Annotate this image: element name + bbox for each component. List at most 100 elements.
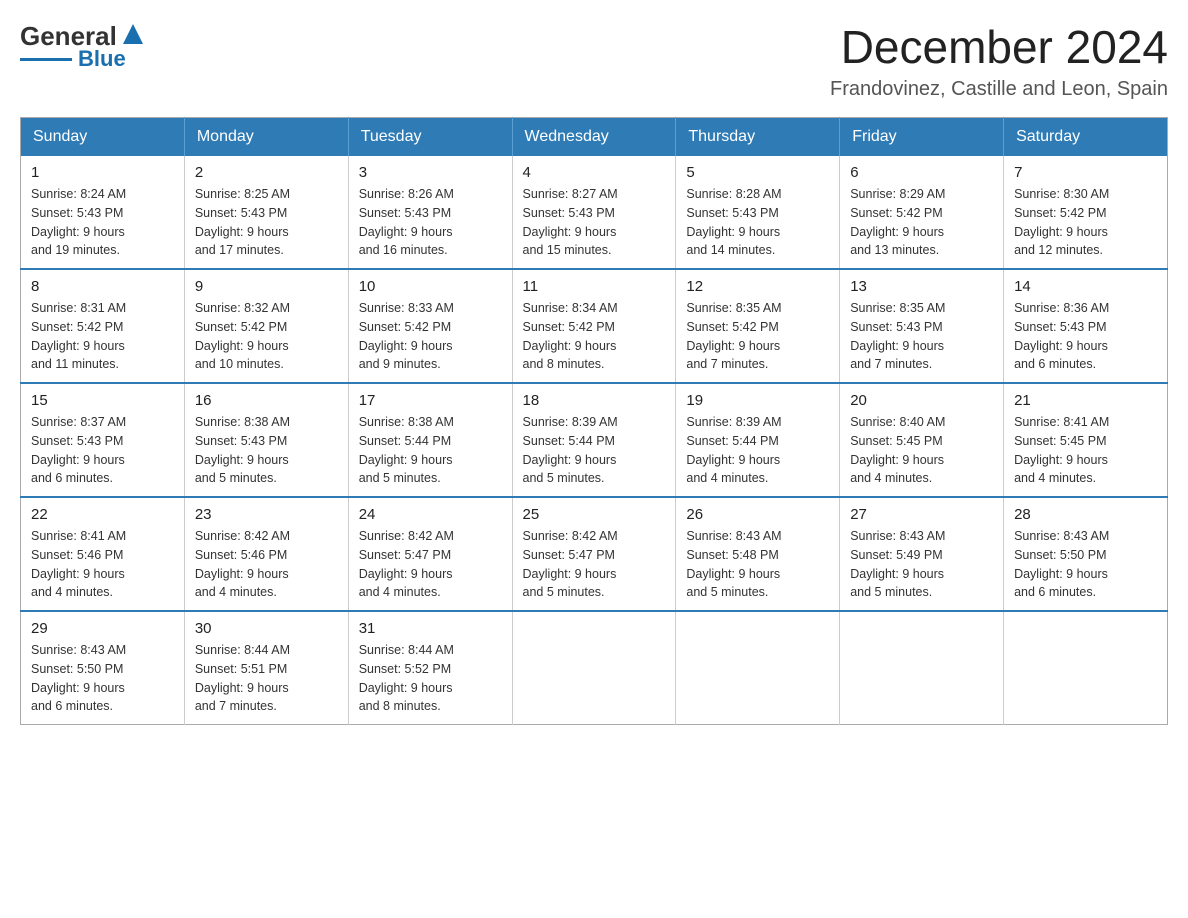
calendar-day-cell: 19 Sunrise: 8:39 AM Sunset: 5:44 PM Dayl… [676,383,840,497]
day-info: Sunrise: 8:39 AM Sunset: 5:44 PM Dayligh… [686,413,829,488]
day-number: 29 [31,620,174,637]
calendar-day-cell: 30 Sunrise: 8:44 AM Sunset: 5:51 PM Dayl… [184,611,348,725]
day-number: 17 [359,392,502,409]
day-info: Sunrise: 8:44 AM Sunset: 5:52 PM Dayligh… [359,641,502,716]
title-section: December 2024 Frandovinez, Castille and … [830,20,1168,101]
page-header: General Blue December 2024 Frandovinez, … [20,20,1168,101]
day-info: Sunrise: 8:43 AM Sunset: 5:48 PM Dayligh… [686,527,829,602]
day-info: Sunrise: 8:25 AM Sunset: 5:43 PM Dayligh… [195,185,338,260]
logo-triangle-icon [119,20,147,48]
day-info: Sunrise: 8:44 AM Sunset: 5:51 PM Dayligh… [195,641,338,716]
calendar-day-cell: 20 Sunrise: 8:40 AM Sunset: 5:45 PM Dayl… [840,383,1004,497]
calendar-day-cell: 1 Sunrise: 8:24 AM Sunset: 5:43 PM Dayli… [21,156,185,269]
day-number: 21 [1014,392,1157,409]
calendar-day-cell: 26 Sunrise: 8:43 AM Sunset: 5:48 PM Dayl… [676,497,840,611]
day-info: Sunrise: 8:29 AM Sunset: 5:42 PM Dayligh… [850,185,993,260]
calendar-week-row: 22 Sunrise: 8:41 AM Sunset: 5:46 PM Dayl… [21,497,1168,611]
day-info: Sunrise: 8:38 AM Sunset: 5:44 PM Dayligh… [359,413,502,488]
day-info: Sunrise: 8:43 AM Sunset: 5:50 PM Dayligh… [31,641,174,716]
day-number: 8 [31,278,174,295]
day-info: Sunrise: 8:43 AM Sunset: 5:50 PM Dayligh… [1014,527,1157,602]
day-info: Sunrise: 8:38 AM Sunset: 5:43 PM Dayligh… [195,413,338,488]
calendar-day-cell: 12 Sunrise: 8:35 AM Sunset: 5:42 PM Dayl… [676,269,840,383]
day-info: Sunrise: 8:37 AM Sunset: 5:43 PM Dayligh… [31,413,174,488]
calendar-day-cell: 27 Sunrise: 8:43 AM Sunset: 5:49 PM Dayl… [840,497,1004,611]
day-info: Sunrise: 8:30 AM Sunset: 5:42 PM Dayligh… [1014,185,1157,260]
day-number: 25 [523,506,666,523]
calendar-day-cell [512,611,676,725]
day-info: Sunrise: 8:42 AM Sunset: 5:47 PM Dayligh… [523,527,666,602]
calendar-day-cell: 4 Sunrise: 8:27 AM Sunset: 5:43 PM Dayli… [512,156,676,269]
day-of-week-header: Thursday [676,118,840,157]
day-info: Sunrise: 8:43 AM Sunset: 5:49 PM Dayligh… [850,527,993,602]
day-info: Sunrise: 8:27 AM Sunset: 5:43 PM Dayligh… [523,185,666,260]
day-number: 22 [31,506,174,523]
day-info: Sunrise: 8:41 AM Sunset: 5:45 PM Dayligh… [1014,413,1157,488]
day-number: 16 [195,392,338,409]
day-of-week-header: Saturday [1004,118,1168,157]
day-number: 24 [359,506,502,523]
day-number: 31 [359,620,502,637]
day-info: Sunrise: 8:32 AM Sunset: 5:42 PM Dayligh… [195,299,338,374]
day-number: 15 [31,392,174,409]
calendar-day-cell: 16 Sunrise: 8:38 AM Sunset: 5:43 PM Dayl… [184,383,348,497]
month-title: December 2024 [830,20,1168,74]
logo: General Blue [20,20,147,72]
day-number: 1 [31,164,174,181]
day-number: 30 [195,620,338,637]
calendar-day-cell: 31 Sunrise: 8:44 AM Sunset: 5:52 PM Dayl… [348,611,512,725]
day-number: 11 [523,278,666,295]
day-number: 6 [850,164,993,181]
day-number: 2 [195,164,338,181]
day-of-week-header: Wednesday [512,118,676,157]
calendar-day-cell [840,611,1004,725]
day-info: Sunrise: 8:36 AM Sunset: 5:43 PM Dayligh… [1014,299,1157,374]
day-info: Sunrise: 8:40 AM Sunset: 5:45 PM Dayligh… [850,413,993,488]
calendar-week-row: 29 Sunrise: 8:43 AM Sunset: 5:50 PM Dayl… [21,611,1168,725]
calendar-day-cell: 13 Sunrise: 8:35 AM Sunset: 5:43 PM Dayl… [840,269,1004,383]
calendar-day-cell: 9 Sunrise: 8:32 AM Sunset: 5:42 PM Dayli… [184,269,348,383]
day-info: Sunrise: 8:24 AM Sunset: 5:43 PM Dayligh… [31,185,174,260]
calendar-day-cell: 11 Sunrise: 8:34 AM Sunset: 5:42 PM Dayl… [512,269,676,383]
day-number: 14 [1014,278,1157,295]
day-number: 3 [359,164,502,181]
calendar-day-cell: 14 Sunrise: 8:36 AM Sunset: 5:43 PM Dayl… [1004,269,1168,383]
day-info: Sunrise: 8:34 AM Sunset: 5:42 PM Dayligh… [523,299,666,374]
day-number: 7 [1014,164,1157,181]
day-number: 19 [686,392,829,409]
calendar-week-row: 8 Sunrise: 8:31 AM Sunset: 5:42 PM Dayli… [21,269,1168,383]
day-number: 27 [850,506,993,523]
day-info: Sunrise: 8:42 AM Sunset: 5:46 PM Dayligh… [195,527,338,602]
day-info: Sunrise: 8:28 AM Sunset: 5:43 PM Dayligh… [686,185,829,260]
day-info: Sunrise: 8:26 AM Sunset: 5:43 PM Dayligh… [359,185,502,260]
calendar-day-cell: 5 Sunrise: 8:28 AM Sunset: 5:43 PM Dayli… [676,156,840,269]
day-number: 9 [195,278,338,295]
calendar-day-cell: 8 Sunrise: 8:31 AM Sunset: 5:42 PM Dayli… [21,269,185,383]
calendar-day-cell: 3 Sunrise: 8:26 AM Sunset: 5:43 PM Dayli… [348,156,512,269]
calendar-day-cell: 18 Sunrise: 8:39 AM Sunset: 5:44 PM Dayl… [512,383,676,497]
calendar-day-cell: 28 Sunrise: 8:43 AM Sunset: 5:50 PM Dayl… [1004,497,1168,611]
day-number: 10 [359,278,502,295]
day-number: 20 [850,392,993,409]
calendar-table: SundayMondayTuesdayWednesdayThursdayFrid… [20,117,1168,725]
day-of-week-header: Tuesday [348,118,512,157]
day-number: 5 [686,164,829,181]
day-info: Sunrise: 8:33 AM Sunset: 5:42 PM Dayligh… [359,299,502,374]
calendar-day-cell: 10 Sunrise: 8:33 AM Sunset: 5:42 PM Dayl… [348,269,512,383]
logo-blue-text: Blue [78,46,126,72]
calendar-day-cell: 6 Sunrise: 8:29 AM Sunset: 5:42 PM Dayli… [840,156,1004,269]
day-info: Sunrise: 8:42 AM Sunset: 5:47 PM Dayligh… [359,527,502,602]
calendar-day-cell: 25 Sunrise: 8:42 AM Sunset: 5:47 PM Dayl… [512,497,676,611]
day-number: 26 [686,506,829,523]
day-of-week-header: Friday [840,118,1004,157]
calendar-day-cell [1004,611,1168,725]
calendar-day-cell: 24 Sunrise: 8:42 AM Sunset: 5:47 PM Dayl… [348,497,512,611]
calendar-day-cell: 7 Sunrise: 8:30 AM Sunset: 5:42 PM Dayli… [1004,156,1168,269]
day-number: 18 [523,392,666,409]
day-info: Sunrise: 8:31 AM Sunset: 5:42 PM Dayligh… [31,299,174,374]
calendar-day-cell: 23 Sunrise: 8:42 AM Sunset: 5:46 PM Dayl… [184,497,348,611]
calendar-week-row: 15 Sunrise: 8:37 AM Sunset: 5:43 PM Dayl… [21,383,1168,497]
calendar-day-cell: 15 Sunrise: 8:37 AM Sunset: 5:43 PM Dayl… [21,383,185,497]
calendar-week-row: 1 Sunrise: 8:24 AM Sunset: 5:43 PM Dayli… [21,156,1168,269]
day-of-week-header: Monday [184,118,348,157]
